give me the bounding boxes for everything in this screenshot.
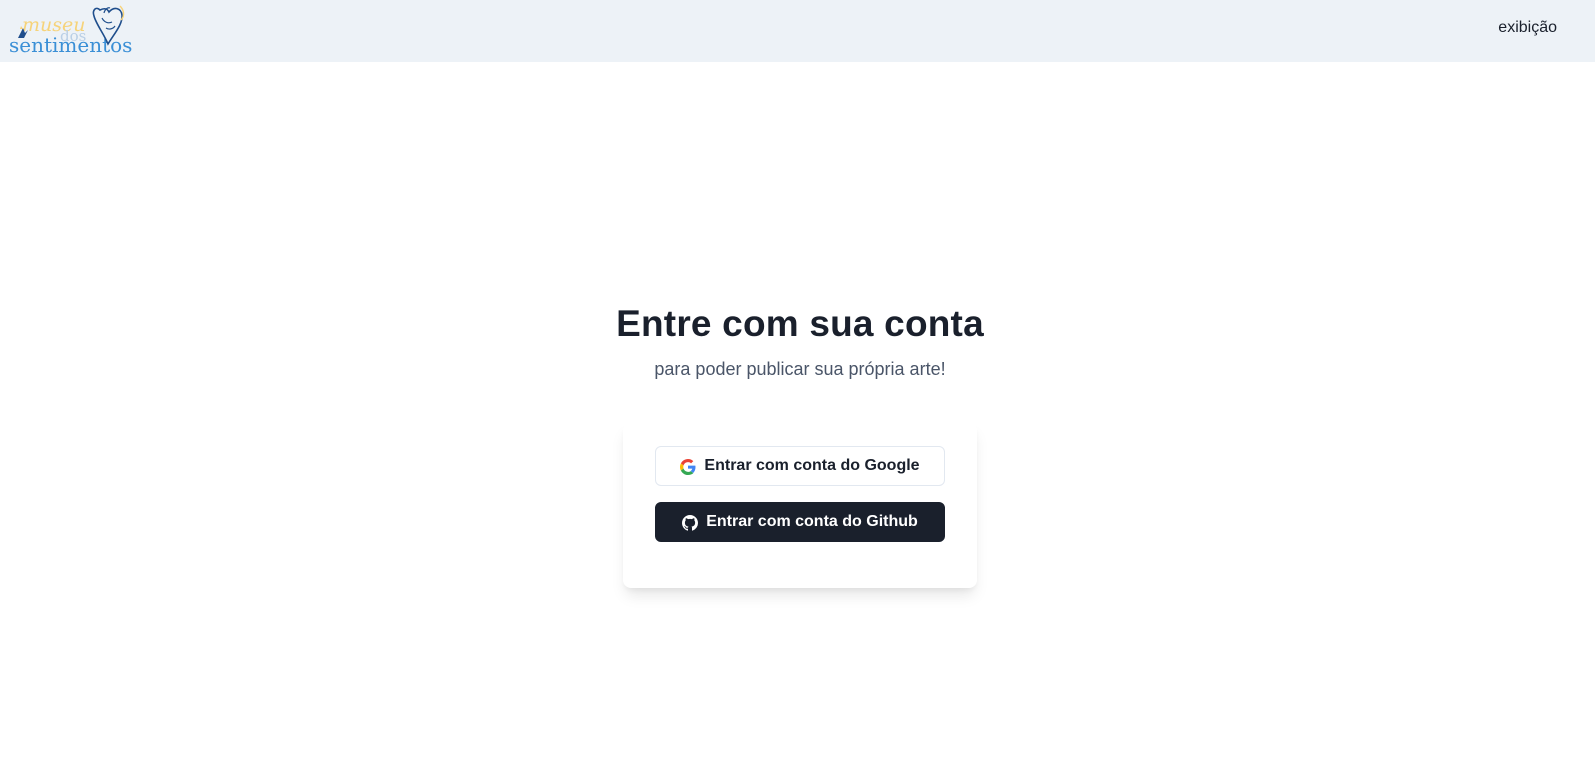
github-login-button[interactable]: Entrar com conta do Github xyxy=(655,502,945,542)
logo-wordmark: museu dos sentimentos xyxy=(8,4,132,58)
bird-icon xyxy=(18,26,28,38)
anatomical-heart-icon xyxy=(92,5,125,46)
google-icon xyxy=(680,459,696,475)
google-login-label: Entrar com conta do Google xyxy=(704,457,920,474)
google-login-button[interactable]: Entrar com conta do Google xyxy=(655,446,945,486)
github-login-label: Entrar com conta do Github xyxy=(706,513,918,530)
github-icon xyxy=(682,515,699,531)
page-subtitle: para poder publicar sua própria arte! xyxy=(654,359,946,379)
page-title: Entre com sua conta xyxy=(616,303,984,344)
nav-link-exhibition[interactable]: exibição xyxy=(1498,19,1557,37)
top-navbar: museu dos sentimentos exibição xyxy=(0,0,1595,62)
login-card: Entrar com conta do Google Entrar com co… xyxy=(623,422,977,588)
site-logo[interactable]: museu dos sentimentos xyxy=(8,4,132,58)
login-section: Entre com sua conta para poder publicar … xyxy=(0,62,1595,779)
